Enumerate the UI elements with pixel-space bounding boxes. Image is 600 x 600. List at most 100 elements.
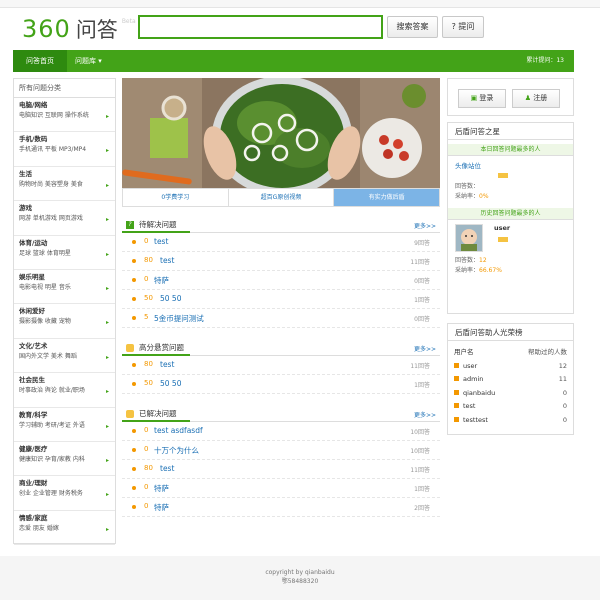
category-item[interactable]: 商业/理财 创业 企业管理 财务税务 ▸ (14, 476, 115, 511)
tab-strength[interactable]: 有实力做后盾 (334, 189, 440, 206)
question-row[interactable]: 0 特萨 0回答 (122, 271, 440, 290)
today-rate-label: 采纳率： (455, 193, 480, 200)
question-row[interactable]: 80 test 11回答 (122, 460, 440, 479)
pending-more-link[interactable]: 更多>> (414, 221, 436, 230)
question-link[interactable]: test (154, 237, 168, 246)
category-subitems[interactable]: 电影电视 明星 音乐 (19, 282, 115, 293)
nav-home[interactable]: 问答首页 (13, 50, 67, 72)
honor-user-name[interactable]: testtest (463, 416, 488, 424)
category-heading[interactable]: 游戏 (19, 204, 115, 213)
honor-user-name[interactable]: admin (463, 375, 483, 383)
solved-more-link[interactable]: 更多>> (414, 410, 436, 419)
chevron-right-icon: ▸ (105, 147, 109, 155)
category-subitems[interactable]: 网游 单机游戏 网页游戏 (19, 213, 115, 224)
question-row[interactable]: 0 特萨 2回答 (122, 498, 440, 517)
question-row[interactable]: 50 50 50 1回答 (122, 375, 440, 394)
question-link[interactable]: test asdfasdf (154, 426, 203, 435)
question-link[interactable]: 特萨 (154, 275, 169, 286)
question-link[interactable]: 十万个为什么 (154, 445, 199, 456)
category-subitems[interactable]: 足球 篮球 体育明星 (19, 248, 115, 259)
category-heading[interactable]: 教育/科学 (19, 411, 115, 420)
reward-more-link[interactable]: 更多>> (414, 344, 436, 353)
category-heading[interactable]: 社会民生 (19, 376, 115, 385)
avatar[interactable] (455, 224, 483, 252)
search-input[interactable] (138, 15, 383, 39)
login-button[interactable]: ▣ 登录 (458, 89, 506, 108)
category-subitems[interactable]: 电脑知识 互联网 操作系统 (19, 110, 115, 121)
category-item[interactable]: 手机/数码 手机通讯 平板 MP3/MP4 ▸ (14, 132, 115, 167)
honor-user[interactable]: test (454, 400, 563, 414)
category-heading[interactable]: 休闲爱好 (19, 307, 115, 316)
question-link[interactable]: test (160, 256, 174, 265)
banner-image[interactable] (122, 78, 440, 188)
category-item[interactable]: 休闲爱好 摄影摄像 收藏 宠物 ▸ (14, 304, 115, 339)
category-item[interactable]: 娱乐明星 电影电视 明星 音乐 ▸ (14, 270, 115, 305)
main-nav: 问答首页 问题库 ▾ 累计提问：13 (13, 50, 574, 72)
honor-user[interactable]: testtest (454, 414, 563, 428)
category-item[interactable]: 游戏 网游 单机游戏 网页游戏 ▸ (14, 201, 115, 236)
category-subitems[interactable]: 摄影摄像 收藏 宠物 (19, 316, 115, 327)
question-row[interactable]: 0 test asdfasdf 10回答 (122, 422, 440, 441)
nav-library[interactable]: 问题库 ▾ (75, 50, 102, 72)
category-item[interactable]: 体育/运动 足球 篮球 体育明星 ▸ (14, 236, 115, 270)
category-subitems[interactable]: 健康知识 孕育/家教 内科 (19, 454, 115, 465)
category-item[interactable]: 电脑/网络 电脑知识 互联网 操作系统 ▸ (14, 98, 115, 133)
question-row[interactable]: 0 test 9回答 (122, 233, 440, 252)
question-link[interactable]: 5金币提问测试 (154, 313, 204, 324)
category-heading[interactable]: 娱乐明星 (19, 273, 115, 282)
category-subitems[interactable]: 创业 企业管理 财务税务 (19, 488, 115, 499)
question-row[interactable]: 80 test 11回答 (122, 252, 440, 271)
coin-icon (132, 316, 136, 320)
today-user-name[interactable]: 头像站位 (448, 156, 573, 171)
honor-user[interactable]: admin (454, 373, 559, 387)
question-row[interactable]: 80 test 11回答 (122, 356, 440, 375)
honor-row: test 0 (448, 400, 573, 414)
category-item[interactable]: 教育/科学 学习辅助 考研/考证 外语 ▸ (14, 408, 115, 442)
question-row[interactable]: 0 十万个为什么 10回答 (122, 441, 440, 460)
question-row[interactable]: 50 50 50 1回答 (122, 290, 440, 309)
honor-user-name[interactable]: qianbaidu (463, 389, 495, 397)
question-link[interactable]: test (160, 464, 174, 473)
category-subitems[interactable]: 购物时尚 美容塑身 美食 (19, 179, 115, 190)
honor-user-name[interactable]: user (463, 362, 477, 370)
category-item[interactable]: 健康/医疗 健康知识 孕育/家教 内科 ▸ (14, 442, 115, 477)
category-heading[interactable]: 生活 (19, 170, 115, 179)
question-row[interactable]: 5 5金币提问测试 0回答 (122, 309, 440, 328)
tab-original-video[interactable]: 超百G原创视频 (228, 189, 335, 206)
category-item[interactable]: 生活 购物时尚 美容塑身 美食 ▸ (14, 167, 115, 202)
history-user-name[interactable]: user (494, 224, 510, 232)
hist-answer-label: 回答数： (455, 257, 480, 264)
reward-score: 0 (144, 502, 149, 510)
category-heading[interactable]: 手机/数码 (19, 135, 115, 144)
category-item[interactable]: 情感/家庭 恋爱 朋友 婚嫁 ▸ (14, 511, 115, 546)
category-heading[interactable]: 体育/运动 (19, 239, 115, 248)
category-item[interactable]: 社会民生 时事政治 舆论 就业/职场 ▸ (14, 373, 115, 408)
search-button[interactable]: 搜索答案 (387, 16, 438, 38)
chevron-right-icon: ▸ (105, 422, 109, 430)
category-subitems[interactable]: 手机通讯 平板 MP3/MP4 (19, 144, 115, 155)
category-heading[interactable]: 文化/艺术 (19, 342, 115, 351)
category-heading[interactable]: 商业/理财 (19, 479, 115, 488)
question-link[interactable]: 50 50 (160, 294, 181, 303)
honor-user[interactable]: qianbaidu (454, 387, 563, 401)
ask-button[interactable]: ? 提问 (442, 16, 484, 38)
question-link[interactable]: 特萨 (154, 502, 169, 513)
icp-number: 鄂58488320 (281, 578, 319, 585)
category-subitems[interactable]: 恋爱 朋友 婚嫁 (19, 523, 115, 534)
honor-user-name[interactable]: test (463, 402, 475, 410)
question-link[interactable]: test (160, 360, 174, 369)
register-button[interactable]: ♟ 注册 (512, 89, 560, 108)
question-row[interactable]: 0 特萨 1回答 (122, 479, 440, 498)
honor-user[interactable]: user (454, 360, 559, 374)
category-subitems[interactable]: 国内外文学 美术 舞蹈 (19, 351, 115, 362)
question-link[interactable]: 50 50 (160, 379, 181, 388)
category-subitems[interactable]: 时事政治 舆论 就业/职场 (19, 385, 115, 396)
site-logo[interactable]: 360 问答 Beta (22, 14, 136, 43)
category-subitems[interactable]: 学习辅助 考研/考证 外语 (19, 420, 115, 431)
category-heading[interactable]: 健康/医疗 (19, 445, 115, 454)
question-link[interactable]: 特萨 (154, 483, 169, 494)
category-heading[interactable]: 情感/家庭 (19, 514, 115, 523)
category-item[interactable]: 文化/艺术 国内外文学 美术 舞蹈 ▸ (14, 339, 115, 374)
tab-free-learning[interactable]: 0学费学习 (123, 189, 229, 206)
category-heading[interactable]: 电脑/网络 (19, 101, 115, 110)
